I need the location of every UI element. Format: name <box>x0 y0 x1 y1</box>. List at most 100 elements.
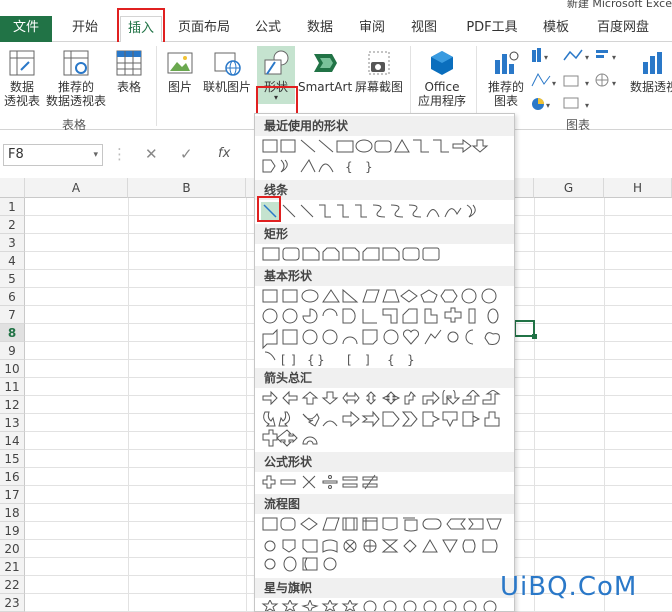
row-header[interactable]: 3 <box>0 234 25 252</box>
tab-review[interactable]: 审阅 <box>352 16 392 42</box>
section-lines: 线条 <box>255 180 514 200</box>
office-store-icon <box>431 51 453 75</box>
svg-text:▾: ▾ <box>544 53 548 62</box>
formula-bar-menu-icon: ⋮ <box>112 145 127 163</box>
column-header-h[interactable]: H <box>604 178 672 198</box>
section-basic-shapes: 基本形状 <box>255 266 514 286</box>
row-header[interactable]: 10 <box>0 360 25 378</box>
watermark-logo: UiBQ.CoM <box>500 572 638 602</box>
stars-banners-gallery[interactable] <box>261 600 511 612</box>
equation-shapes-gallery[interactable] <box>261 474 511 492</box>
pivot-chart-icon <box>643 52 662 74</box>
svg-text:▾: ▾ <box>546 101 550 110</box>
section-equation-shapes: 公式形状 <box>255 452 514 472</box>
row-header[interactable]: 1 <box>0 198 25 216</box>
recommended-pivot-table-button[interactable]: 推荐的 数据透视表 <box>44 48 108 108</box>
svg-text:{: { <box>345 160 353 174</box>
row-header[interactable]: 19 <box>0 522 25 540</box>
online-picture-icon <box>214 52 241 76</box>
tab-pdf-tools[interactable]: PDF工具 <box>460 16 524 42</box>
tab-home[interactable]: 开始 <box>62 16 108 42</box>
tab-file[interactable]: 文件 <box>0 16 52 42</box>
highlight-line-shape <box>257 196 281 222</box>
row-header[interactable]: 5 <box>0 270 25 288</box>
smartart-button[interactable]: SmartArt <box>298 48 352 94</box>
column-header-g[interactable]: G <box>534 178 604 198</box>
row-header[interactable]: 8 <box>0 324 25 342</box>
row-header[interactable]: 4 <box>0 252 25 270</box>
rectangles-gallery[interactable] <box>261 246 511 264</box>
name-box-dropdown-icon[interactable]: ▾ <box>93 145 98 165</box>
tab-page-layout[interactable]: 页面布局 <box>170 16 238 42</box>
svg-text:[: [ <box>281 353 286 366</box>
tab-view[interactable]: 视图 <box>404 16 444 42</box>
svg-text:}: } <box>365 160 373 174</box>
enter-icon[interactable]: ✓ <box>180 144 193 166</box>
office-apps-button[interactable]: Office 应用程序 <box>414 48 470 108</box>
row-header[interactable]: 6 <box>0 288 25 306</box>
grid-line <box>534 198 535 612</box>
row-header[interactable]: 21 <box>0 558 25 576</box>
smartart-icon <box>314 54 337 72</box>
row-header[interactable]: 2 <box>0 216 25 234</box>
online-picture-button[interactable]: 联机图片 <box>200 48 254 94</box>
pivot-table-icon <box>9 50 35 76</box>
flowchart-gallery[interactable] <box>261 516 511 572</box>
tab-data[interactable]: 数据 <box>300 16 340 42</box>
row-header[interactable]: 20 <box>0 540 25 558</box>
ribbon-tabs: 文件 开始 插入 页面布局 公式 数据 审阅 视图 PDF工具 模板 百度网盘 <box>0 8 672 43</box>
row-header[interactable]: 13 <box>0 414 25 432</box>
tab-baidu-netdisk[interactable]: 百度网盘 <box>588 16 658 42</box>
block-arrows-gallery[interactable] <box>261 390 511 452</box>
picture-icon <box>167 52 193 74</box>
section-block-arrows: 箭头总汇 <box>255 368 514 388</box>
lines-gallery[interactable] <box>261 202 511 222</box>
row-header[interactable]: 23 <box>0 594 25 612</box>
shapes-icon <box>264 50 289 75</box>
row-header[interactable]: 7 <box>0 306 25 324</box>
pivot-table-button[interactable]: 数据 透视表 <box>2 48 42 108</box>
row-header[interactable]: 16 <box>0 468 25 486</box>
grid-line <box>246 198 247 612</box>
basic-shapes-gallery[interactable]: [] {} [] {} <box>261 288 511 366</box>
section-recent-shapes: 最近使用的形状 <box>255 116 514 136</box>
row-header[interactable]: 12 <box>0 396 25 414</box>
svg-text:▾: ▾ <box>612 79 616 88</box>
row-header[interactable]: 18 <box>0 504 25 522</box>
column-header-a[interactable]: A <box>25 178 128 198</box>
svg-text:]: ] <box>365 353 370 366</box>
row-header[interactable]: 22 <box>0 576 25 594</box>
row-header[interactable]: 9 <box>0 342 25 360</box>
svg-text:▾: ▾ <box>552 79 556 88</box>
shapes-dropdown-panel: 最近使用的形状 {} 线条 矩形 基本形状 [] {} [] {} 箭头… <box>254 113 515 612</box>
ribbon-separator <box>156 46 157 126</box>
row-header[interactable]: 15 <box>0 450 25 468</box>
recent-shapes-gallery[interactable]: {} <box>261 138 511 178</box>
highlight-insert-tab <box>117 8 165 44</box>
chart-type-gallery-icon[interactable]: ▾ ▾ ▾ ▾ ▾ ▾ ▾ ▾ <box>530 46 624 110</box>
row-header[interactable]: 11 <box>0 378 25 396</box>
section-flowchart: 流程图 <box>255 494 514 514</box>
screenshot-button[interactable]: 屏幕截图 <box>352 48 406 94</box>
tab-templates[interactable]: 模板 <box>536 16 576 42</box>
fill-handle[interactable] <box>532 334 537 339</box>
table-icon <box>116 50 142 76</box>
row-header[interactable]: 14 <box>0 432 25 450</box>
row-header[interactable]: 17 <box>0 486 25 504</box>
pivot-chart-button[interactable]: 数据透视 <box>624 48 672 94</box>
recommended-chart-button[interactable]: 推荐的 图表 <box>484 48 528 108</box>
column-header-b[interactable]: B <box>128 178 246 198</box>
section-stars-banners: 星与旗帜 <box>255 578 514 598</box>
cancel-icon[interactable]: ✕ <box>145 144 158 166</box>
svg-text:▾: ▾ <box>612 53 616 62</box>
table-button[interactable]: 表格 <box>110 48 148 94</box>
select-all-corner[interactable] <box>0 178 25 198</box>
recommended-pivot-icon <box>63 50 89 76</box>
picture-button[interactable]: 图片 <box>162 48 198 94</box>
name-box[interactable]: F8 ▾ <box>3 144 103 166</box>
title-bar: 新建 Microsoft Exce <box>0 0 672 10</box>
svg-text:{: { <box>387 353 395 366</box>
screenshot-icon <box>368 51 390 75</box>
tab-formulas[interactable]: 公式 <box>248 16 288 42</box>
insert-function-icon[interactable]: fx <box>218 144 230 166</box>
